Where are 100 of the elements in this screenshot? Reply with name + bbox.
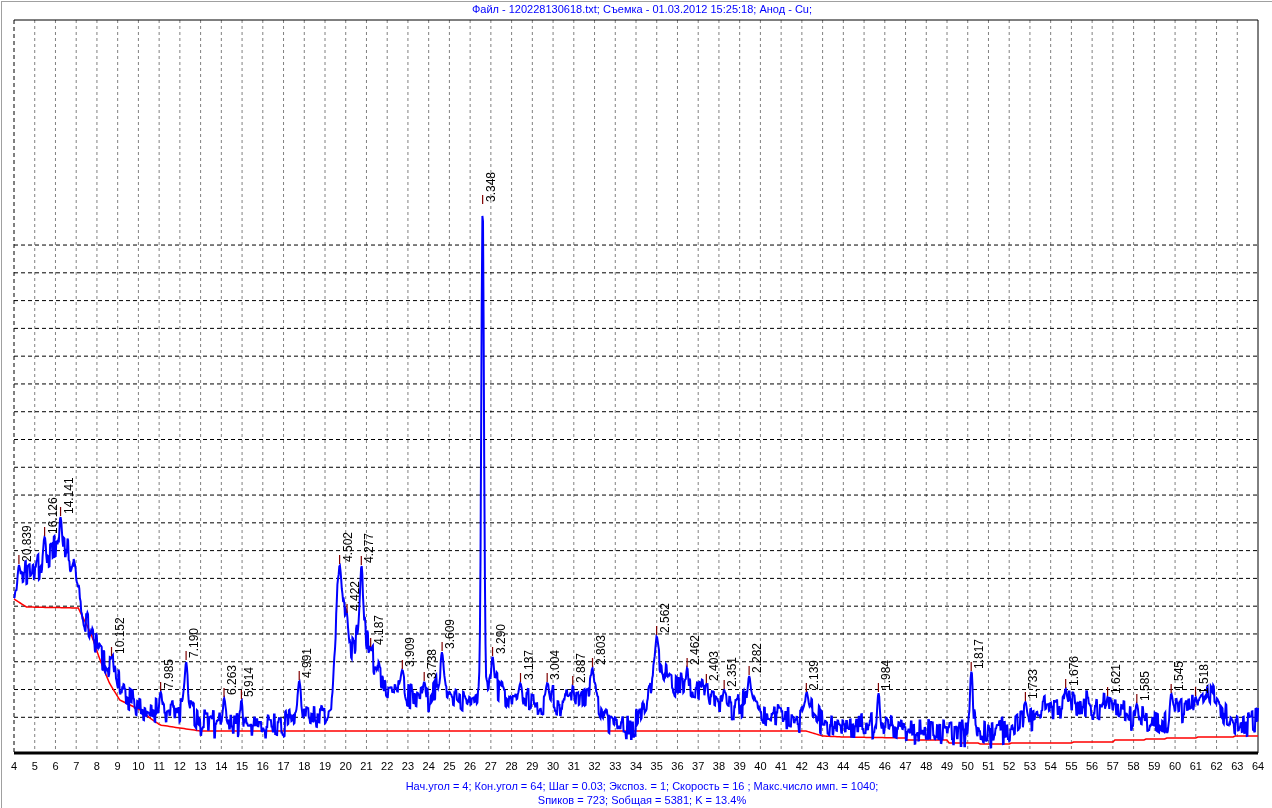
peak-tick-mark bbox=[723, 679, 725, 690]
x-axis-tick-label: 43 bbox=[816, 760, 829, 772]
peak-label: 3.909 bbox=[403, 636, 418, 667]
x-axis-tick-label: 23 bbox=[401, 760, 415, 772]
peak-tick-mark bbox=[240, 689, 242, 700]
peak-tick-mark bbox=[491, 646, 494, 657]
x-axis-tick-label: 35 bbox=[650, 760, 663, 772]
x-axis-tick-label: 49 bbox=[940, 760, 954, 772]
peak-label: 2.282 bbox=[750, 642, 765, 673]
x-axis-tick-label: 37 bbox=[692, 760, 705, 772]
peak-tick-mark bbox=[1170, 683, 1172, 694]
x-axis-tick-label: 6 bbox=[52, 760, 59, 772]
x-axis-tick-label: 21 bbox=[360, 760, 373, 772]
peak-tick-mark bbox=[656, 625, 658, 636]
peak-tick-mark bbox=[705, 673, 707, 684]
peak-tick-mark bbox=[298, 670, 300, 681]
peak-label: 1.585 bbox=[1137, 670, 1152, 701]
peak-tick-mark bbox=[346, 603, 348, 614]
x-axis-tick-label: 62 bbox=[1210, 760, 1223, 772]
x-axis-tick-label: 7 bbox=[73, 760, 80, 772]
peak-label: 2.562 bbox=[657, 602, 672, 633]
peak-tick-mark bbox=[686, 657, 688, 668]
peak-tick-mark bbox=[44, 526, 46, 537]
x-axis-tick-label: 40 bbox=[754, 760, 767, 772]
x-axis-tick-label: 12 bbox=[173, 760, 186, 772]
x-axis-tick-label: 16 bbox=[256, 760, 269, 772]
peak-label: 1.621 bbox=[1108, 663, 1123, 694]
peak-tick-mark bbox=[160, 681, 162, 692]
x-axis-tick-label: 20 bbox=[339, 760, 352, 772]
x-axis-tick-label: 58 bbox=[1127, 760, 1140, 772]
peak-label: 1.518 bbox=[1196, 663, 1211, 694]
x-axis-tick-label: 25 bbox=[443, 760, 456, 772]
x-axis-tick-label: 11 bbox=[153, 760, 165, 772]
x-axis-tick-label: 24 bbox=[422, 760, 435, 772]
x-axis-tick-label: 55 bbox=[1065, 760, 1078, 772]
peak-label: 3.609 bbox=[443, 618, 458, 649]
x-axis-tick-label: 17 bbox=[277, 760, 290, 772]
x-axis-tick-label: 28 bbox=[505, 760, 518, 772]
peak-tick-mark bbox=[1024, 691, 1026, 702]
peak-label: 5.914 bbox=[242, 666, 257, 697]
peak-label: 10.152 bbox=[112, 617, 127, 654]
x-axis-tick-label: 60 bbox=[1168, 760, 1182, 772]
peak-label: 6.263 bbox=[225, 664, 239, 695]
x-axis-tick-label: 5 bbox=[31, 760, 38, 772]
x-axis-tick-label: 36 bbox=[671, 760, 684, 772]
peak-label: 4.187 bbox=[371, 614, 386, 645]
peak-tick-mark bbox=[223, 687, 225, 698]
peak-tick-mark bbox=[1107, 686, 1109, 697]
x-axis-tick-label: 42 bbox=[795, 760, 808, 772]
x-axis-tick-label: 4 bbox=[10, 760, 18, 772]
x-axis-tick-label: 18 bbox=[298, 760, 311, 772]
x-axis-tick-label: 32 bbox=[588, 760, 601, 772]
peak-label: 1.676 bbox=[1066, 655, 1081, 686]
peak-label: 1.545 bbox=[1172, 660, 1187, 691]
peak-label: 1.817 bbox=[972, 638, 987, 669]
x-axis-tick-label: 53 bbox=[1023, 760, 1037, 772]
peak-label: 2.803 bbox=[593, 634, 608, 665]
peak-label: 2.403 bbox=[707, 650, 722, 681]
peak-label: 4.422 bbox=[348, 580, 363, 611]
peak-label: 2.462 bbox=[688, 634, 703, 665]
x-axis-tick-label: 54 bbox=[1044, 760, 1057, 772]
x-axis-tick-label: 44 bbox=[837, 760, 850, 772]
peak-tick-mark bbox=[482, 194, 484, 205]
x-axis-tick-label: 9 bbox=[114, 760, 121, 772]
x-axis-tick-label: 33 bbox=[609, 760, 622, 772]
peak-label: 14.141 bbox=[61, 477, 76, 514]
x-axis-tick-label: 64 bbox=[1251, 760, 1265, 772]
x-axis-tick-label: 15 bbox=[235, 760, 249, 772]
x-axis-tick-label: 51 bbox=[982, 760, 995, 772]
peak-tick-mark bbox=[185, 650, 187, 661]
peak-label: 3.738 bbox=[425, 648, 440, 679]
x-axis-tick-label: 47 bbox=[899, 760, 912, 772]
peak-tick-mark bbox=[59, 506, 62, 517]
x-axis-tick-label: 10 bbox=[132, 760, 145, 772]
peak-tick-mark bbox=[748, 665, 750, 676]
x-axis-tick-label: 34 bbox=[629, 760, 643, 772]
peak-area-summary: Sпиков = 723; Sобщая = 5381; K = 13.4% bbox=[537, 793, 747, 807]
peak-tick-mark bbox=[546, 672, 548, 683]
x-axis-tick-label: 8 bbox=[93, 760, 100, 772]
peak-label: 3.348 bbox=[483, 171, 498, 202]
x-axis-tick-label: 56 bbox=[1086, 760, 1099, 772]
peak-tick-mark bbox=[877, 682, 879, 693]
x-axis-tick-label: 22 bbox=[381, 760, 394, 772]
x-axis-tick-label: 52 bbox=[1003, 760, 1016, 772]
x-axis-tick-label: 63 bbox=[1231, 760, 1244, 772]
x-axis-tick-label: 61 bbox=[1189, 760, 1202, 772]
x-axis-tick-label: 45 bbox=[857, 760, 871, 772]
peak-tick-mark bbox=[1194, 686, 1197, 697]
peak-tick-mark bbox=[519, 672, 522, 683]
x-axis-tick-label: 30 bbox=[546, 760, 560, 772]
x-axis-tick-label: 57 bbox=[1106, 760, 1119, 772]
peak-label: 4.991 bbox=[300, 647, 315, 678]
peak-tick-mark bbox=[1065, 678, 1067, 689]
x-axis-tick-label: 39 bbox=[733, 760, 746, 772]
x-axis-tick-label: 26 bbox=[464, 760, 477, 772]
x-axis-tick-label: 50 bbox=[961, 760, 974, 772]
x-axis-tick-label: 41 bbox=[775, 760, 788, 772]
x-axis-tick-label: 14 bbox=[215, 760, 228, 772]
peak-tick-mark bbox=[360, 555, 362, 566]
peak-label: 2.351 bbox=[725, 656, 740, 687]
